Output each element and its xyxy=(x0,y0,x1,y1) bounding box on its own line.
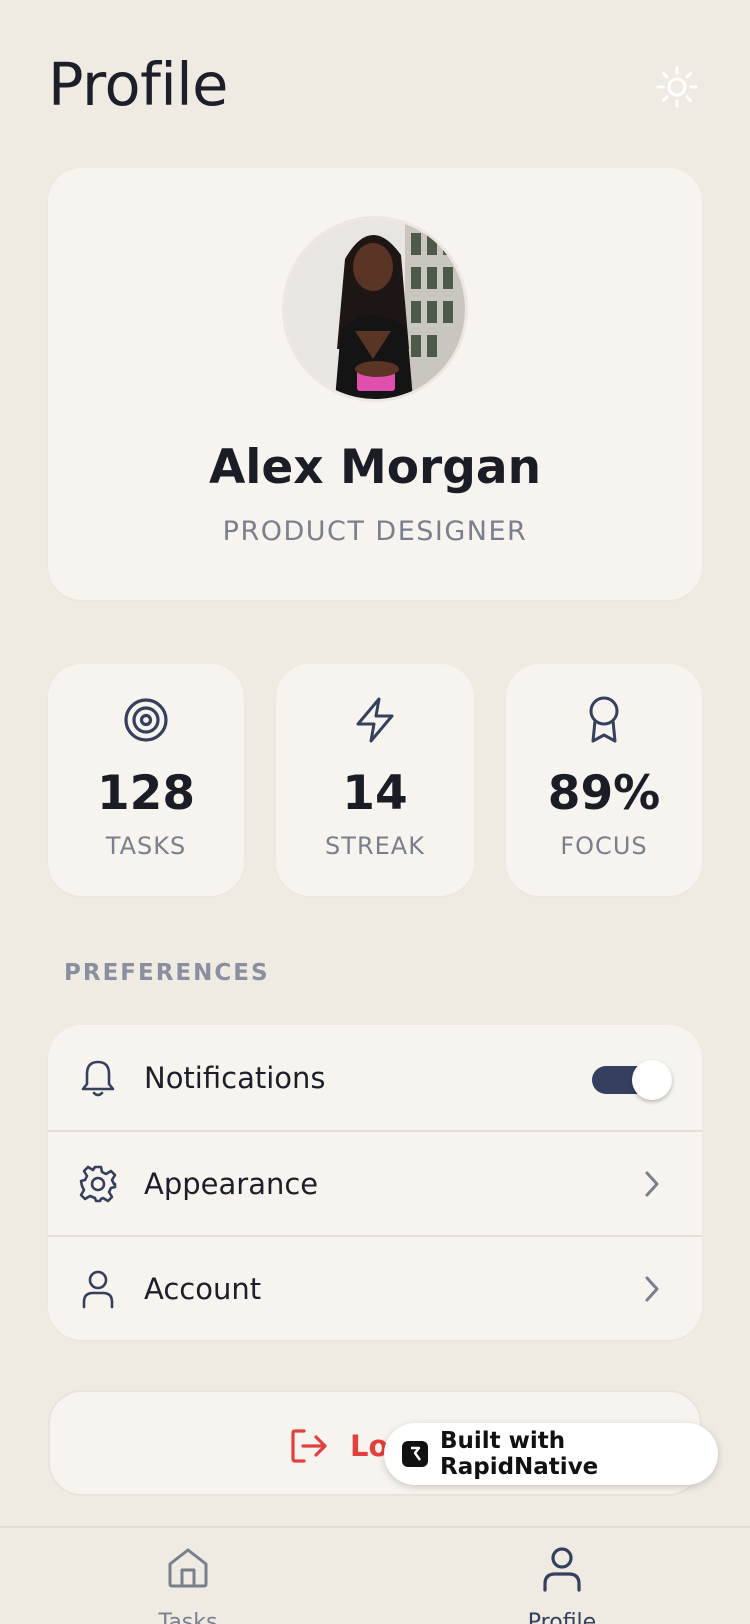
target-icon xyxy=(124,698,168,742)
pref-item-appearance[interactable]: Appearance xyxy=(48,1130,702,1235)
tab-label: Profile xyxy=(527,1610,597,1624)
notifications-toggle[interactable] xyxy=(592,1059,672,1100)
stat-card-focus[interactable]: 89% FOCUS xyxy=(506,664,702,896)
badge-label: Built with RapidNative xyxy=(440,1428,599,1480)
chevron-right-icon xyxy=(645,1171,659,1196)
home-icon xyxy=(168,1548,208,1588)
stat-value: 89% xyxy=(547,766,661,821)
stat-value: 128 xyxy=(96,766,196,821)
stat-value: 14 xyxy=(342,766,408,821)
logout-icon xyxy=(291,1429,327,1463)
pref-item-notifications[interactable]: Notifications xyxy=(48,1025,702,1130)
pref-item-label: Appearance xyxy=(144,1166,319,1201)
preferences-list: Notifications Appearance Account xyxy=(48,1025,702,1340)
stat-card-streak[interactable]: 14 STREAK xyxy=(276,664,474,896)
tab-profile[interactable]: Profile xyxy=(462,1528,662,1624)
profile-name: Alex Morgan xyxy=(208,440,542,495)
bottom-tab-bar: Tasks Profile xyxy=(0,1526,750,1624)
stat-card-tasks[interactable]: 128 TASKS xyxy=(48,664,244,896)
lightning-icon xyxy=(356,697,394,743)
built-with-badge[interactable]: Built with RapidNative xyxy=(384,1423,718,1485)
award-icon xyxy=(589,696,619,743)
stat-label: STREAK xyxy=(325,832,425,860)
rapidnative-logo-icon xyxy=(402,1441,428,1467)
profile-screen: Profile Alex Morgan PRODUCT DESIGNER 128… xyxy=(0,0,750,1624)
logout-label: Lo xyxy=(350,1429,389,1463)
user-icon xyxy=(543,1547,581,1592)
gear-icon xyxy=(79,1165,117,1202)
tab-label: Tasks xyxy=(158,1610,218,1624)
pref-item-account[interactable]: Account xyxy=(48,1235,702,1340)
profile-card: Alex Morgan PRODUCT DESIGNER xyxy=(48,168,702,600)
preferences-heading: PREFERENCES xyxy=(64,960,270,986)
header: Profile xyxy=(48,50,702,120)
tab-tasks[interactable]: Tasks xyxy=(88,1528,288,1624)
pref-item-label: Account xyxy=(144,1271,262,1306)
profile-role: PRODUCT DESIGNER xyxy=(222,516,528,547)
pref-item-label: Notifications xyxy=(144,1060,326,1095)
chevron-right-icon xyxy=(645,1276,659,1301)
theme-toggle-button[interactable] xyxy=(652,62,702,112)
stat-label: TASKS xyxy=(105,832,187,860)
bell-icon xyxy=(81,1060,115,1096)
page-title: Profile xyxy=(48,50,228,119)
avatar[interactable] xyxy=(282,216,468,402)
user-icon xyxy=(82,1270,114,1308)
sun-icon xyxy=(656,66,698,108)
stat-label: FOCUS xyxy=(560,832,648,860)
